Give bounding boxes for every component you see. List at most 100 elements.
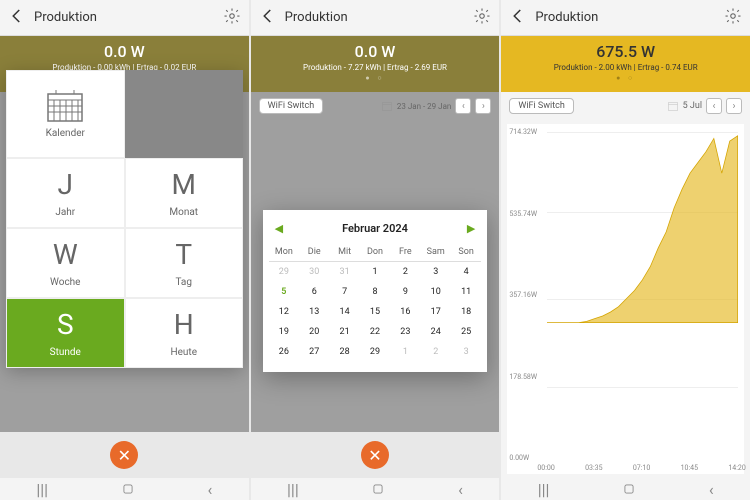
- calendar-day[interactable]: 16: [390, 302, 420, 322]
- close-button[interactable]: ✕: [110, 441, 138, 469]
- weekday-header: Son: [451, 243, 481, 262]
- calendar-day[interactable]: 5: [269, 282, 299, 302]
- home-icon[interactable]: [371, 482, 385, 496]
- recent-icon[interactable]: |||: [287, 480, 299, 499]
- y-tick: 0.00W: [509, 454, 529, 462]
- home-icon[interactable]: [121, 482, 135, 496]
- calendar-day[interactable]: 3: [421, 262, 451, 283]
- power-banner: 0.0 W Produktion - 7.27 kWh | Ertrag - 2…: [251, 36, 500, 92]
- calendar-day[interactable]: 27: [299, 342, 329, 362]
- page-dots: ● ○: [501, 74, 750, 82]
- page-title: Produktion: [285, 10, 466, 25]
- date-label: 5 Jul: [683, 101, 702, 111]
- month-next[interactable]: ▶: [467, 222, 475, 235]
- prev-button[interactable]: ‹: [706, 98, 722, 114]
- calendar-day[interactable]: 2: [390, 262, 420, 283]
- weekday-header: Fre: [390, 243, 420, 262]
- power-value: 675.5 W: [501, 42, 750, 61]
- page-title: Produktion: [34, 10, 215, 25]
- calendar-icon: [47, 90, 83, 122]
- page-dots: ● ○: [251, 74, 500, 82]
- x-tick: 10:45: [681, 464, 698, 472]
- weekday-header: Don: [360, 243, 390, 262]
- back-nav-icon[interactable]: ‹: [709, 480, 714, 499]
- prev-button[interactable]: ‹: [455, 98, 471, 114]
- calendar-day[interactable]: 14: [329, 302, 359, 322]
- power-detail: Produktion - 2.00 kWh | Ertrag - 0.74 EU…: [501, 63, 750, 72]
- close-button[interactable]: ✕: [361, 441, 389, 469]
- calendar-day[interactable]: 19: [269, 322, 299, 342]
- weekday-header: Sam: [421, 243, 451, 262]
- calendar-day[interactable]: 29: [360, 342, 390, 362]
- back-nav-icon[interactable]: ‹: [458, 480, 463, 499]
- weekday-header: Die: [299, 243, 329, 262]
- gear-icon[interactable]: [473, 7, 491, 29]
- menu-woche[interactable]: W Woche: [6, 228, 125, 298]
- calendar-day[interactable]: 28: [329, 342, 359, 362]
- back-icon[interactable]: [509, 7, 527, 29]
- toolrow: WiFi Switch 23 Jan - 29 Jan ‹ ›: [251, 92, 500, 120]
- header: Produktion: [0, 0, 249, 36]
- android-nav: ||| ‹: [501, 478, 750, 500]
- close-bar: ✕: [251, 432, 500, 478]
- calendar-day[interactable]: 2: [421, 342, 451, 362]
- calendar-day[interactable]: 4: [451, 262, 481, 283]
- period-grid-menu: Kalender J Jahr M Monat W Woche T Tag S …: [6, 70, 243, 368]
- calendar-day[interactable]: 26: [269, 342, 299, 362]
- calendar-day[interactable]: 25: [451, 322, 481, 342]
- calendar-day[interactable]: 12: [269, 302, 299, 322]
- wifi-switch-button[interactable]: WiFi Switch: [259, 98, 323, 114]
- menu-kalender[interactable]: Kalender: [6, 70, 125, 158]
- next-button[interactable]: ›: [475, 98, 491, 114]
- recent-icon[interactable]: |||: [36, 480, 48, 499]
- menu-tag[interactable]: T Tag: [125, 228, 244, 298]
- recent-icon[interactable]: |||: [538, 480, 550, 499]
- next-button[interactable]: ›: [726, 98, 742, 114]
- power-value: 0.0 W: [0, 42, 249, 61]
- calendar-day[interactable]: 9: [390, 282, 420, 302]
- header: Produktion: [501, 0, 750, 36]
- calendar-icon: [381, 100, 393, 112]
- gear-icon[interactable]: [724, 7, 742, 29]
- wifi-switch-button[interactable]: WiFi Switch: [509, 98, 573, 114]
- calendar-day[interactable]: 30: [299, 262, 329, 283]
- y-tick: 714.32W: [509, 128, 537, 136]
- menu-stunde[interactable]: S Stunde: [6, 298, 125, 368]
- month-prev[interactable]: ◀: [275, 222, 283, 235]
- calendar-day[interactable]: 23: [390, 322, 420, 342]
- calendar-day[interactable]: 15: [360, 302, 390, 322]
- x-tick: 00:00: [537, 464, 554, 472]
- back-icon[interactable]: [259, 7, 277, 29]
- y-tick: 178.58W: [509, 373, 537, 381]
- toolrow: WiFi Switch 5 Jul ‹ ›: [501, 92, 750, 120]
- calendar-day[interactable]: 10: [421, 282, 451, 302]
- power-value: 0.0 W: [251, 42, 500, 61]
- calendar-day[interactable]: 3: [451, 342, 481, 362]
- calendar-day[interactable]: 20: [299, 322, 329, 342]
- calendar-day[interactable]: 22: [360, 322, 390, 342]
- calendar-day[interactable]: 21: [329, 322, 359, 342]
- home-icon[interactable]: [622, 482, 636, 496]
- screen-chart: Produktion 675.5 W Produktion - 2.00 kWh…: [501, 0, 750, 500]
- calendar-day[interactable]: 11: [451, 282, 481, 302]
- calendar-day[interactable]: 6: [299, 282, 329, 302]
- calendar-day[interactable]: 17: [421, 302, 451, 322]
- menu-monat[interactable]: M Monat: [125, 158, 244, 228]
- back-icon[interactable]: [8, 7, 26, 29]
- calendar-day[interactable]: 29: [269, 262, 299, 283]
- calendar-day[interactable]: 1: [390, 342, 420, 362]
- calendar-day[interactable]: 13: [299, 302, 329, 322]
- weekday-header: Mit: [329, 243, 359, 262]
- calendar-day[interactable]: 18: [451, 302, 481, 322]
- calendar-day[interactable]: 24: [421, 322, 451, 342]
- menu-jahr[interactable]: J Jahr: [6, 158, 125, 228]
- back-nav-icon[interactable]: ‹: [207, 480, 212, 499]
- menu-heute[interactable]: H Heute: [125, 298, 244, 368]
- x-tick: 07:10: [633, 464, 650, 472]
- calendar-day[interactable]: 8: [360, 282, 390, 302]
- y-tick: 357.16W: [509, 291, 537, 299]
- calendar-day[interactable]: 7: [329, 282, 359, 302]
- gear-icon[interactable]: [223, 7, 241, 29]
- calendar-day[interactable]: 31: [329, 262, 359, 283]
- calendar-day[interactable]: 1: [360, 262, 390, 283]
